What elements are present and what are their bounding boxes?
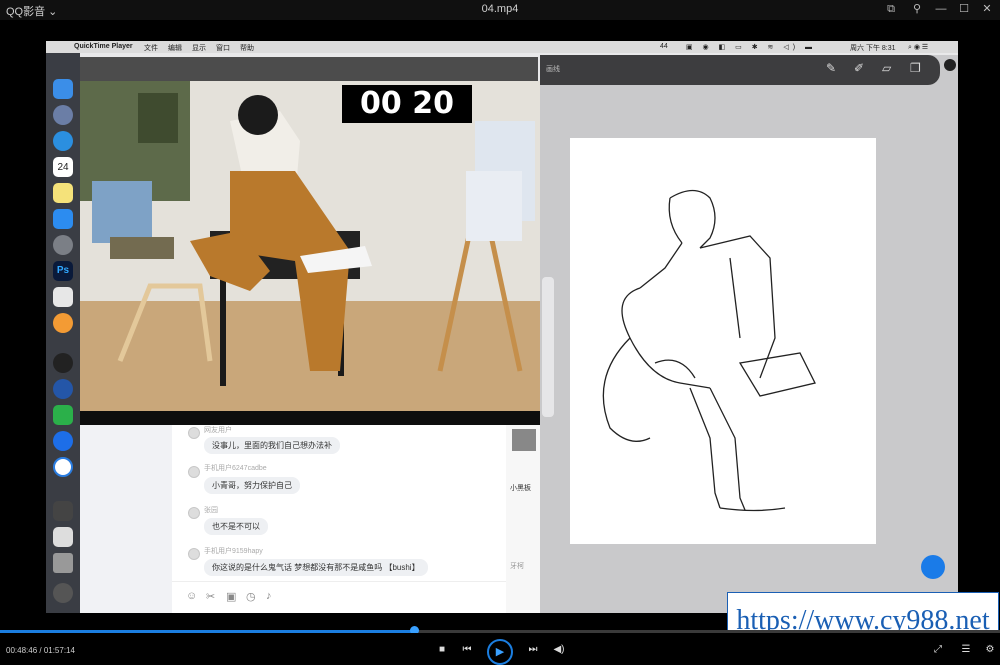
photoshop-icon[interactable]: Ps <box>53 261 73 281</box>
menu-window: 窗口 <box>216 45 230 52</box>
stop-icon[interactable]: ■ <box>434 642 450 658</box>
side-label: 小黑板 <box>510 485 531 492</box>
time-total: 01:57:14 <box>43 646 75 655</box>
thumbnail-doc-icon[interactable] <box>53 527 73 547</box>
stream-timer: 00 20 <box>342 85 472 123</box>
app-globe-icon[interactable] <box>53 379 73 399</box>
mac-menu-bar: QuickTime Player 文件 编辑 显示 窗口 帮助 44 ▣ ◉ ◧… <box>46 41 958 53</box>
menu-edit: 编辑 <box>168 45 182 52</box>
chat-user-name: 张园 <box>204 507 218 514</box>
layers-icon[interactable]: ❐ <box>910 61 921 75</box>
clock-icon[interactable]: ◷ <box>246 590 256 603</box>
status-badge: 44 <box>660 43 668 50</box>
chat-message: 小青哥，努力保护自己 <box>204 477 300 494</box>
avatar <box>188 548 200 560</box>
brush-icon[interactable]: ✐ <box>854 61 864 75</box>
chat-user-name: 手机用户6247cadbe <box>204 465 267 472</box>
bell-icon[interactable]: ♪ <box>266 590 272 602</box>
app-store-icon[interactable] <box>53 209 73 229</box>
previous-icon[interactable]: ⏮ <box>459 642 475 658</box>
status-icons: ▣ ◉ ◧ ▭ ✱ ≋ ◁) ▬ <box>686 44 817 51</box>
camera-scene <box>80 81 540 411</box>
emoji-icon[interactable]: ☺ <box>186 590 197 602</box>
stream-top-bar <box>80 57 538 81</box>
dock-menu-icon[interactable] <box>53 583 73 603</box>
notes-icon[interactable] <box>53 183 73 203</box>
chat-sidebar <box>80 425 172 613</box>
chat-bubble-button[interactable] <box>921 555 945 579</box>
volume-icon[interactable]: ◀) <box>551 642 567 658</box>
player-title-bar: QQ影音 ⌄ 04.mp4 ⧉ ⚲ — ☐ ✕ <box>0 0 1000 20</box>
avatar <box>188 466 200 478</box>
mac-dock: 24 Ps <box>46 53 80 613</box>
fullscreen-icon[interactable]: ⤢ <box>930 642 946 658</box>
maximize-icon[interactable]: ☐ <box>957 2 971 16</box>
finder-icon[interactable] <box>53 79 73 99</box>
calendar-icon[interactable]: 24 <box>53 157 73 177</box>
pen-icon[interactable]: ✎ <box>826 61 836 75</box>
scissors-icon[interactable]: ✂ <box>206 590 215 603</box>
brush-size-slider[interactable] <box>542 277 554 417</box>
next-icon[interactable]: ⏭ <box>525 642 541 658</box>
app-circle-icon[interactable] <box>53 457 73 477</box>
teamviewer-icon[interactable] <box>53 431 73 451</box>
minimize-icon[interactable]: — <box>934 2 948 16</box>
side-label-secondary: 牙柯 <box>510 563 524 570</box>
pin-icon[interactable]: ⚲ <box>910 2 924 16</box>
trash-icon[interactable] <box>53 553 73 573</box>
avatar <box>188 507 200 519</box>
time-current: 00:48:46 <box>6 646 38 655</box>
avatar <box>188 427 200 439</box>
drawing-label: 画线 <box>546 66 560 73</box>
image-icon[interactable]: ▣ <box>226 590 236 603</box>
spotlight-icon: ⌕ ◉ ☰ <box>908 44 929 51</box>
menu-help: 帮助 <box>240 45 254 52</box>
wechat-icon[interactable] <box>53 405 73 425</box>
time-readout: 00:48:46 / 01:57:14 <box>6 646 75 655</box>
camera-feed <box>80 81 540 411</box>
drawing-canvas[interactable] <box>570 138 876 544</box>
chat-message: 也不是不可以 <box>204 518 268 535</box>
file-name: 04.mp4 <box>481 3 519 15</box>
close-icon[interactable]: ✕ <box>980 2 994 16</box>
screenshot-app-icon[interactable] <box>53 287 73 307</box>
settings-icon[interactable]: ⚙ <box>982 642 998 658</box>
chat-message: 你这说的是什么鬼气话 梦想都没有那不是咸鱼吗 【bushi】 <box>204 559 428 576</box>
avatar <box>512 429 536 451</box>
menu-app: QuickTime Player <box>74 43 133 50</box>
menu-view: 显示 <box>192 45 206 52</box>
sketch-figure <box>602 189 816 512</box>
chat-message: 没事儿，里面的我们自己想办法补 <box>204 437 340 454</box>
screenshot-icon[interactable]: ⧉ <box>884 2 898 16</box>
menu-clock: 周六 下午 8:31 <box>850 45 896 52</box>
launchpad-icon[interactable] <box>53 105 73 125</box>
color-swatch[interactable] <box>944 59 956 71</box>
chat-user-name: 手机用户9159hapy <box>204 548 263 555</box>
chat-toolbar: ☺ ✂ ▣ ◷ ♪ <box>172 581 517 613</box>
eraser-icon[interactable]: ▱ <box>882 61 891 75</box>
drawing-toolbar: 画线 ✎ ✐ ▱ ❐ <box>540 55 940 85</box>
recorded-mac-desktop: QuickTime Player 文件 编辑 显示 窗口 帮助 44 ▣ ◉ ◧… <box>46 41 958 613</box>
safari-icon[interactable] <box>53 131 73 151</box>
chat-right-column: 小黑板 牙柯 <box>506 425 540 613</box>
playlist-icon[interactable]: ☰ <box>958 642 974 658</box>
settings-icon[interactable] <box>53 235 73 255</box>
play-button[interactable]: ▶ <box>487 639 513 665</box>
menu-file: 文件 <box>144 45 158 52</box>
stream-bottom-bar <box>80 411 540 425</box>
qq-icon[interactable] <box>53 353 73 373</box>
thumbnail-window-icon[interactable] <box>53 501 73 521</box>
chat-user-name: 网友用户 <box>204 427 232 434</box>
photos-icon[interactable] <box>53 313 73 333</box>
